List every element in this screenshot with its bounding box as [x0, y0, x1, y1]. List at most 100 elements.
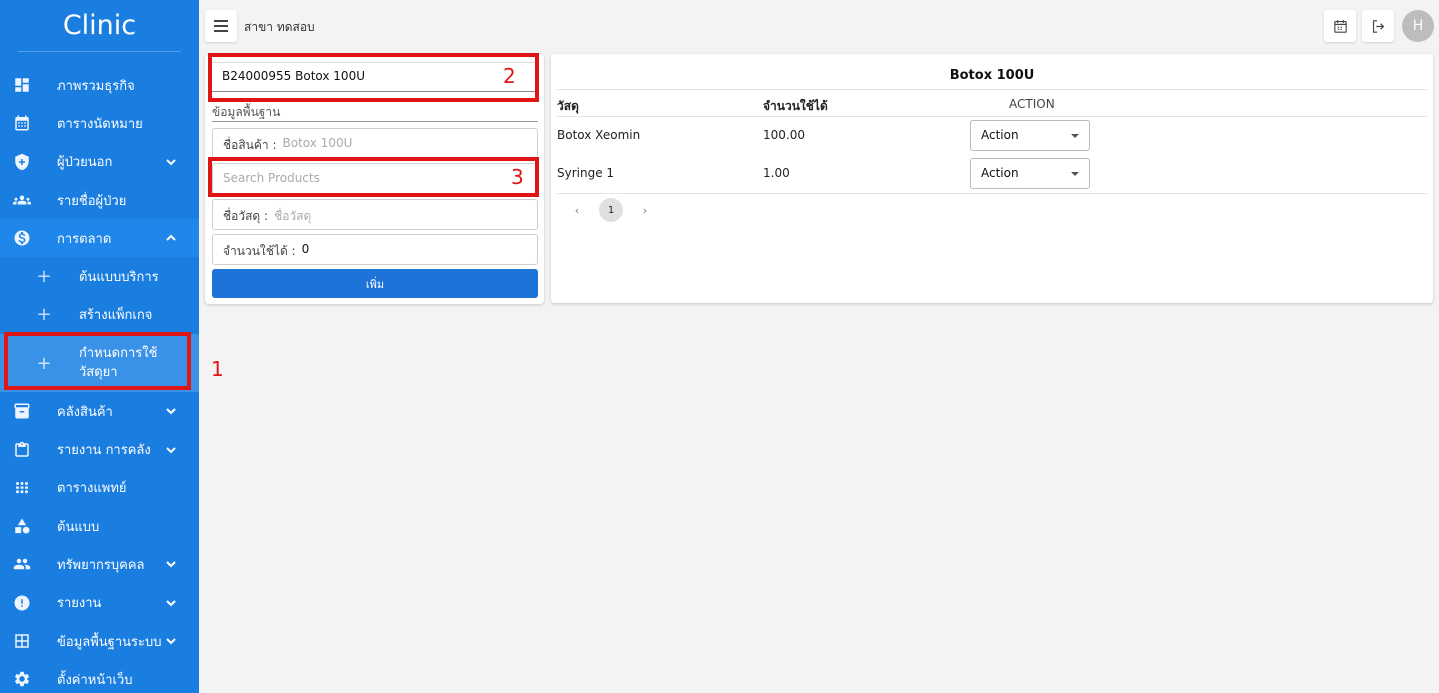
sidebar-item-label: ผู้ป่วยนอก — [57, 155, 113, 171]
product-name-field[interactable]: ชื่อสินค้า : Botox 100U — [212, 128, 538, 159]
chevron-down-icon — [165, 156, 177, 168]
sidebar-item-label: คลังสินค้า — [57, 404, 113, 420]
shapes-icon — [12, 516, 32, 536]
doctors-icon — [12, 478, 32, 498]
sidebar-item-inventory[interactable]: คลังสินค้า — [0, 392, 199, 430]
grid-icon — [12, 631, 32, 651]
annotation-number-1: 1 — [211, 357, 224, 381]
hamburger-icon — [214, 25, 228, 27]
logout-button[interactable] — [1362, 10, 1394, 42]
chevron-up-icon — [165, 232, 177, 244]
sidebar-item-finance-report[interactable]: รายงาน การคลัง — [0, 430, 199, 468]
sidebar-subitem-service-templates[interactable]: + ต้นแบบบริการ — [0, 257, 199, 295]
quantity-field[interactable]: จำนวนใช้ได้ : 0 — [212, 234, 538, 265]
sidebar-item-label: รายงาน — [57, 596, 102, 612]
sidebar-item-reports[interactable]: รายงาน — [0, 584, 199, 622]
sidebar-item-web-settings[interactable]: ตั้งค่าหน้าเว็บ — [0, 660, 199, 693]
table-row: Syringe 1 1.00 Action — [557, 155, 1427, 193]
calendar-button[interactable] — [1324, 10, 1356, 42]
table-row: Botox Xeomin 100.00 Action — [557, 117, 1427, 155]
caret-down-icon — [1071, 172, 1079, 176]
material-name-label: ชื่อวัสดุ : — [223, 209, 269, 223]
sidebar-subitem-label: สร้างแพ็กเกจ — [79, 308, 153, 324]
sidebar-item-business-overview[interactable]: ภาพรวมธุรกิจ — [0, 66, 199, 104]
brand-logo: Clinic — [18, 0, 181, 52]
dollar-icon — [12, 228, 32, 248]
shield-icon — [12, 152, 32, 172]
product-name-label: ชื่อสินค้า : — [223, 138, 277, 152]
sidebar-item-label: ต้นแบบ — [57, 519, 100, 535]
table-header: วัสดุ จำนวนใช้ได้ ACTION — [557, 89, 1427, 117]
gear-icon — [12, 669, 32, 689]
archive-icon — [12, 401, 32, 421]
sidebar-item-marketing[interactable]: การตลาด — [0, 219, 199, 258]
topbar-actions: H — [1324, 10, 1434, 42]
calendar-icon — [12, 113, 32, 133]
sidebar-item-label: การตลาด — [57, 231, 112, 247]
add-button[interactable]: เพิ่ม — [212, 269, 538, 298]
sidebar-item-outpatient[interactable]: ผู้ป่วยนอก — [0, 143, 199, 181]
action-dropdown-label: Action — [981, 128, 1019, 142]
annotation-number-3: 3 — [511, 165, 524, 189]
chevron-down-icon — [165, 558, 177, 570]
table-footer: ‹ 1 › — [557, 193, 1427, 225]
chevron-down-icon — [165, 405, 177, 417]
sidebar-item-patient-list[interactable]: รายชื่อผู้ป่วย — [0, 181, 199, 219]
annotation-number-2: 2 — [503, 64, 516, 88]
material-name-placeholder: ชื่อวัสดุ — [274, 209, 312, 223]
avatar[interactable]: H — [1402, 10, 1434, 42]
sidebar-item-label: ตารางนัดหมาย — [57, 116, 143, 132]
annotation-box-3 — [208, 157, 539, 197]
table-title: Botox 100U — [949, 68, 1035, 83]
chevron-down-icon — [165, 444, 177, 456]
quantity-label: จำนวนใช้ได้ : — [223, 244, 296, 258]
sidebar-item-label: ข้อมูลพื้นฐานระบบ — [57, 634, 162, 650]
annotation-box-1 — [4, 332, 191, 390]
pagination: ‹ 1 › — [565, 198, 657, 222]
sidebar-item-label: รายชื่อผู้ป่วย — [57, 193, 127, 209]
sidebar-item-doctor-schedule[interactable]: ตารางแพทย์ — [0, 469, 199, 507]
cell-material: Botox Xeomin — [557, 128, 641, 142]
sidebar-subitem-create-package[interactable]: + สร้างแพ็กเกจ — [0, 296, 199, 334]
dashboard-icon — [12, 75, 32, 95]
sidebar-item-system-data[interactable]: ข้อมูลพื้นฐานระบบ — [0, 622, 199, 660]
alert-icon — [12, 593, 32, 613]
chevron-right-icon[interactable]: › — [633, 198, 657, 222]
quantity-value: 0 — [301, 242, 310, 256]
material-table-card: Botox 100U วัสดุ จำนวนใช้ได้ ACTION Boto… — [551, 54, 1433, 303]
section-label: ข้อมูลพื้นฐาน — [212, 105, 281, 119]
plus-icon: + — [36, 304, 52, 326]
calendar-icon — [1333, 19, 1347, 33]
product-name-value: Botox 100U — [282, 136, 353, 150]
clipboard-icon — [12, 440, 32, 460]
cell-material: Syringe 1 — [557, 166, 615, 180]
plus-icon: + — [36, 266, 52, 288]
chevron-down-icon — [165, 635, 177, 647]
column-header-material: วัสดุ — [557, 99, 579, 113]
logout-icon — [1372, 19, 1384, 33]
action-dropdown[interactable]: Action — [970, 120, 1090, 151]
section-divider — [212, 121, 538, 122]
hamburger-menu-button[interactable] — [205, 10, 237, 42]
people-icon — [12, 190, 32, 210]
sidebar-subitem-label: ต้นแบบบริการ — [79, 270, 159, 286]
sidebar-item-label: ตารางแพทย์ — [57, 481, 127, 497]
action-dropdown-label: Action — [981, 166, 1019, 180]
chevron-left-icon[interactable]: ‹ — [565, 198, 589, 222]
chevron-down-icon — [165, 597, 177, 609]
sidebar-item-label: ภาพรวมธุรกิจ — [57, 78, 135, 94]
cell-quantity: 100.00 — [763, 128, 805, 142]
branch-name: สาขา ทดสอบ — [244, 20, 315, 34]
material-name-field[interactable]: ชื่อวัสดุ : ชื่อวัสดุ — [212, 199, 538, 230]
sidebar-item-templates[interactable]: ต้นแบบ — [0, 507, 199, 545]
sidebar-item-appointments[interactable]: ตารางนัดหมาย — [0, 104, 199, 142]
sidebar-item-label: ตั้งค่าหน้าเว็บ — [57, 672, 133, 688]
page-number-current[interactable]: 1 — [599, 198, 623, 222]
action-dropdown[interactable]: Action — [970, 158, 1090, 189]
column-header-action: ACTION — [1009, 97, 1055, 111]
topbar: สาขา ทดสอบ H — [205, 8, 1439, 44]
sidebar-item-label: ทรัพยากรบุคคล — [57, 557, 145, 573]
cell-quantity: 1.00 — [763, 166, 790, 180]
group-icon — [12, 554, 32, 574]
sidebar-item-human-resources[interactable]: ทรัพยากรบุคคล — [0, 545, 199, 583]
